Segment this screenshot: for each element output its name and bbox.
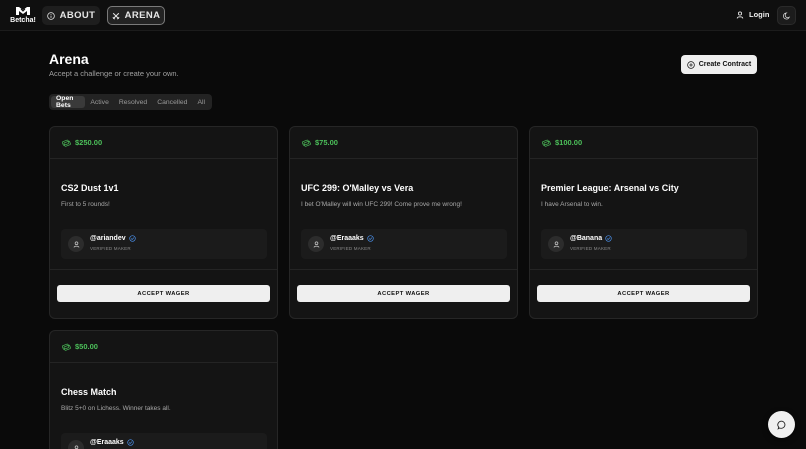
nav-about-label: ABOUT [59,10,96,21]
verified-icon [127,439,134,446]
plus-circle-icon [687,60,695,69]
wager-amount: $250.00 [75,138,103,147]
nav-about-button[interactable]: ABOUT [42,6,100,25]
create-contract-button[interactable]: Create Contract [681,55,757,74]
accept-wager-button[interactable]: ACCEPT WAGER [297,285,510,302]
card-amount-row: $250.00 [50,127,277,159]
avatar [548,236,564,252]
maker-username-text: @Eraaaks [330,235,364,242]
accept-wager-button[interactable]: ACCEPT WAGER [537,285,750,302]
wager-title: Chess Match [61,387,117,397]
maker-username[interactable]: @ariandev [90,235,136,242]
user-icon [74,444,78,449]
avatar [308,236,324,252]
swords-icon [112,12,120,20]
nav-arena-label: ARENA [124,10,161,21]
card-divider [530,269,757,270]
wager-card: $75.00 UFC 299: O'Malley vs Vera I bet O… [289,126,518,319]
money-icon [62,343,71,351]
user-icon [736,11,744,19]
tab-all[interactable]: All [192,96,210,108]
info-icon [46,11,55,20]
maker-info: @Eraaaks [61,433,267,449]
moon-icon [782,12,790,19]
wager-description: I have Arsenal to win. [541,201,603,208]
money-icon [62,139,71,147]
logo-mark-icon [16,7,30,15]
brand-logo[interactable]: Betcha! [9,6,37,28]
user-icon [553,240,559,248]
maker-info: @Banana VERIFIED MAKER [541,229,747,259]
top-navigation-bar: Betcha! ABOUT ARENA Login [0,0,806,31]
login-label: Login [749,10,770,19]
avatar [68,236,84,252]
theme-toggle-button[interactable] [777,6,796,25]
maker-username-text: @Eraaaks [90,439,124,446]
maker-username-text: @ariandev [90,235,126,242]
maker-info: @ariandev VERIFIED MAKER [61,229,267,259]
tab-cancelled[interactable]: Cancelled [152,96,192,108]
verified-maker-badge: VERIFIED MAKER [570,246,611,251]
tab-open-bets[interactable]: Open Bets [51,95,86,109]
card-amount-row: $75.00 [290,127,517,159]
wager-title: UFC 299: O'Malley vs Vera [301,183,414,193]
wager-card: $250.00 CS2 Dust 1v1 First to 5 rounds! … [49,126,278,319]
tab-active[interactable]: Active [85,96,114,108]
card-amount-row: $50.00 [50,331,277,363]
chat-button[interactable] [768,411,795,438]
wager-amount: $50.00 [75,342,98,351]
wager-amount: $75.00 [315,138,338,147]
tab-resolved[interactable]: Resolved [114,96,152,108]
verified-maker-badge: VERIFIED MAKER [90,246,131,251]
chat-bubble-icon [776,420,785,430]
wager-description: First to 5 rounds! [61,201,110,208]
maker-username[interactable]: @Banana [570,235,612,242]
filter-tabs: Open Bets Active Resolved Cancelled All [49,94,212,110]
wager-card: $50.00 Chess Match Blitz 5+0 on Lichess.… [49,330,278,449]
wager-description: Blitz 5+0 on Lichess. Winner takes all. [61,405,171,412]
brand-name: Betcha! [10,17,36,24]
wager-card: $100.00 Premier League: Arsenal vs City … [529,126,758,319]
nav-arena-button[interactable]: ARENA [107,6,165,25]
wager-description: I bet O'Malley will win UFC 299! Come pr… [301,201,462,208]
card-amount-row: $100.00 [530,127,757,159]
verified-icon [128,235,136,242]
page-subtitle: Accept a challenge or create your own. [49,69,179,78]
wager-title: CS2 Dust 1v1 [61,183,119,193]
maker-username-text: @Banana [570,235,603,242]
login-button[interactable]: Login [736,10,769,19]
page-title: Arena [49,51,89,67]
verified-maker-badge: VERIFIED MAKER [330,246,371,251]
card-divider [290,269,517,270]
accept-wager-button[interactable]: ACCEPT WAGER [57,285,270,302]
user-icon [313,240,319,248]
wager-title: Premier League: Arsenal vs City [541,183,679,193]
money-icon [542,139,551,147]
wager-amount: $100.00 [555,138,583,147]
maker-info: @Eraaaks VERIFIED MAKER [301,229,507,259]
avatar [68,440,84,449]
maker-username[interactable]: @Eraaaks [330,235,374,242]
create-contract-label: Create Contract [698,61,752,68]
verified-icon [605,235,612,242]
user-icon [73,240,79,248]
money-icon [302,139,311,147]
verified-icon [367,235,374,242]
maker-username[interactable]: @Eraaaks [90,439,134,446]
card-divider [50,269,277,270]
